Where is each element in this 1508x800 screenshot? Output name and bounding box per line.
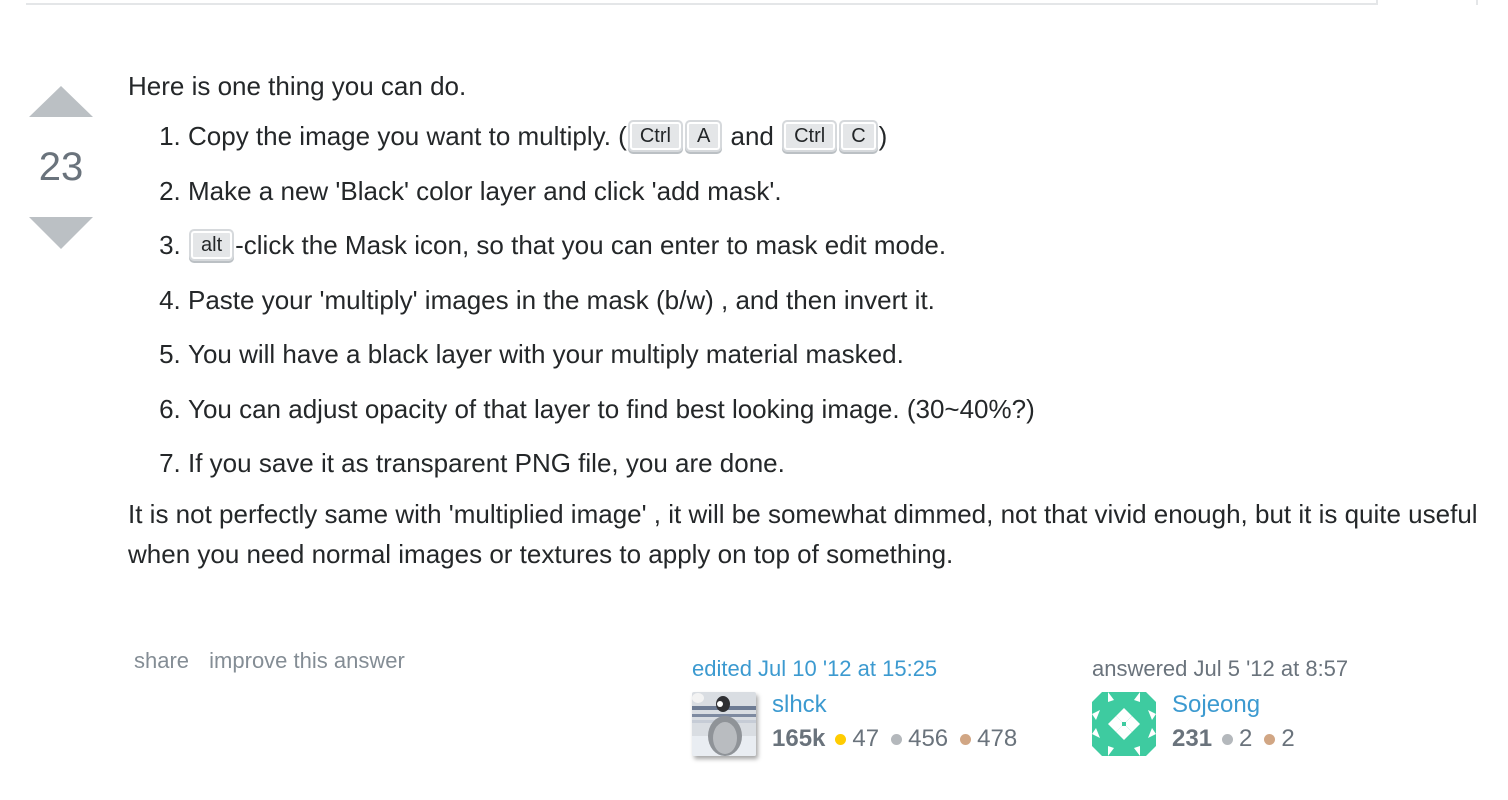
vote-count: 23: [38, 145, 84, 189]
silver-badge-icon: [891, 733, 903, 745]
improve-answer-link[interactable]: improve this answer: [209, 648, 405, 673]
share-link[interactable]: share: [134, 648, 189, 673]
silver-badge-count: 2: [1239, 725, 1253, 752]
bronze-badge-count: 2: [1281, 725, 1295, 752]
editor-reputation: 165k: [772, 725, 826, 752]
vote-cell: 23: [28, 86, 94, 249]
bronze-badge-count: 478: [977, 725, 1018, 752]
upvote-arrow-icon[interactable]: [29, 86, 93, 117]
gold-badge: 47: [835, 723, 879, 755]
post-menu: share improve this answer: [134, 648, 419, 674]
step-text: -click the Mask icon, so that you can en…: [235, 230, 947, 260]
step-text: ): [878, 121, 888, 151]
step-item: Paste your 'multiply' images in the mask…: [188, 280, 1488, 320]
divider-tick: [1476, 0, 1478, 5]
owner-card: answered Jul 5 '12 at 8:57 Sojeong 231 2…: [1092, 654, 1348, 756]
downvote-arrow-icon[interactable]: [29, 217, 93, 249]
answered-time: answered Jul 5 '12 at 8:57: [1092, 656, 1349, 681]
silver-badge: 456: [891, 723, 948, 755]
bronze-badge: 478: [960, 723, 1017, 755]
keyboard-key: C: [839, 120, 878, 152]
editor-name-link[interactable]: slhck: [772, 688, 1029, 722]
post-divider: [26, 3, 1377, 5]
steps-list: Copy the image you want to multiply. (Ct…: [128, 116, 1488, 483]
keyboard-key: alt: [189, 229, 235, 261]
owner-reputation: 231: [1172, 725, 1213, 752]
step-text: Copy the image you want to multiply. (: [188, 121, 627, 151]
divider-tick: [1376, 0, 1378, 5]
keyboard-key: A: [684, 120, 723, 152]
silver-badge-count: 456: [908, 725, 949, 752]
identicon-avatar-icon[interactable]: [1092, 692, 1156, 756]
bronze-badge-icon: [960, 733, 972, 745]
answer-outro: It is not perfectly same with 'multiplie…: [128, 498, 1478, 569]
step-item: alt-click the Mask icon, so that you can…: [188, 225, 1488, 265]
silver-badge: 2: [1222, 723, 1252, 755]
editor-card: edited Jul 10 '12 at 15:25 slhck 165k 47…: [692, 654, 1029, 756]
edited-time-link[interactable]: edited Jul 10 '12 at 15:25: [692, 654, 1029, 684]
keyboard-key: Ctrl: [627, 120, 683, 152]
bronze-badge-icon: [1264, 733, 1276, 745]
owner-name-link[interactable]: Sojeong: [1172, 688, 1307, 722]
gold-badge-count: 47: [852, 725, 880, 752]
step-text: and: [723, 121, 782, 151]
gold-badge-icon: [835, 733, 847, 745]
answer-body: Here is one thing you can do. Copy the i…: [128, 66, 1488, 574]
step-text: Make a new 'Black' color layer and click…: [188, 175, 782, 206]
step-text: You can adjust opacity of that layer to …: [188, 393, 1035, 424]
silver-badge-icon: [1222, 733, 1234, 745]
step-text: You will have a black layer with your mu…: [188, 339, 904, 369]
step-text: If you save it as transparent PNG file, …: [188, 448, 785, 478]
penguin-avatar-icon[interactable]: [692, 692, 756, 756]
step-item: You will have a black layer with your mu…: [188, 334, 1488, 374]
keyboard-key: Ctrl: [782, 120, 838, 152]
step-item: Make a new 'Black' color layer and click…: [188, 171, 1488, 211]
step-item: If you save it as transparent PNG file, …: [188, 443, 1488, 483]
answer-intro: Here is one thing you can do.: [128, 71, 467, 101]
bronze-badge: 2: [1264, 723, 1295, 755]
step-item: You can adjust opacity of that layer to …: [188, 389, 1488, 429]
step-item: Copy the image you want to multiply. (Ct…: [188, 116, 1488, 156]
step-text: Paste your 'multiply' images in the mask…: [188, 284, 935, 315]
